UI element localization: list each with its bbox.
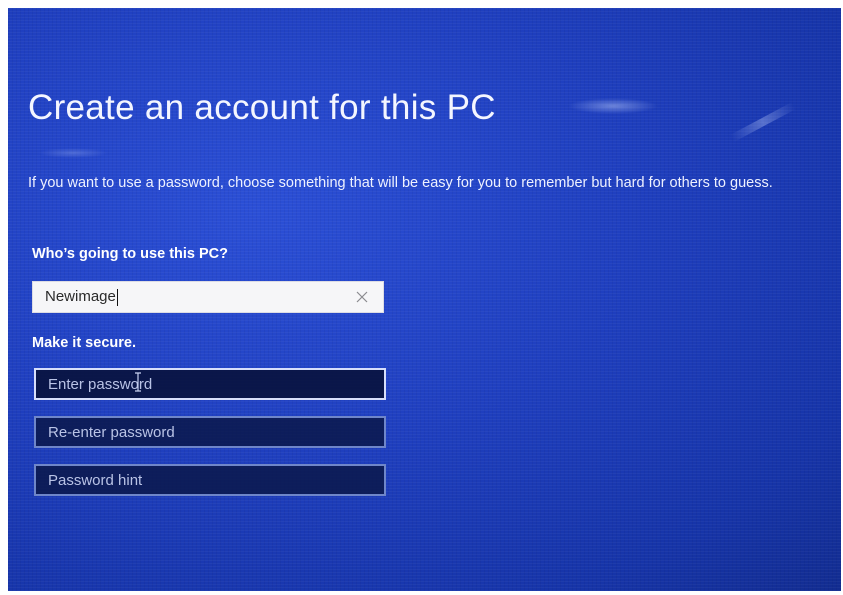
screen-glare [38,148,108,158]
username-value: Newimage [45,288,116,306]
password-hint-placeholder: Password hint [48,471,143,489]
page-description: If you want to use a password, choose so… [28,175,773,191]
password-input[interactable]: Enter password [34,368,386,400]
reenter-password-placeholder: Re-enter password [48,423,175,441]
password-hint-input[interactable]: Password hint [34,464,386,496]
username-input[interactable]: Newimage [32,281,384,313]
username-section-label: Who’s going to use this PC? [32,246,229,262]
clear-username-button[interactable] [353,288,371,306]
text-caret [116,288,118,306]
reenter-password-input[interactable]: Re-enter password [34,416,386,448]
username-value-wrap: Newimage [45,288,353,306]
close-icon [356,291,368,303]
password-placeholder: Enter password [48,375,153,393]
oobe-screen: Create an account for this PC If you wan… [8,8,841,591]
password-section-label: Make it secure. [32,335,136,351]
screen-glare [568,98,658,114]
page-title: Create an account for this PC [28,88,496,127]
screen-glare [730,102,796,142]
